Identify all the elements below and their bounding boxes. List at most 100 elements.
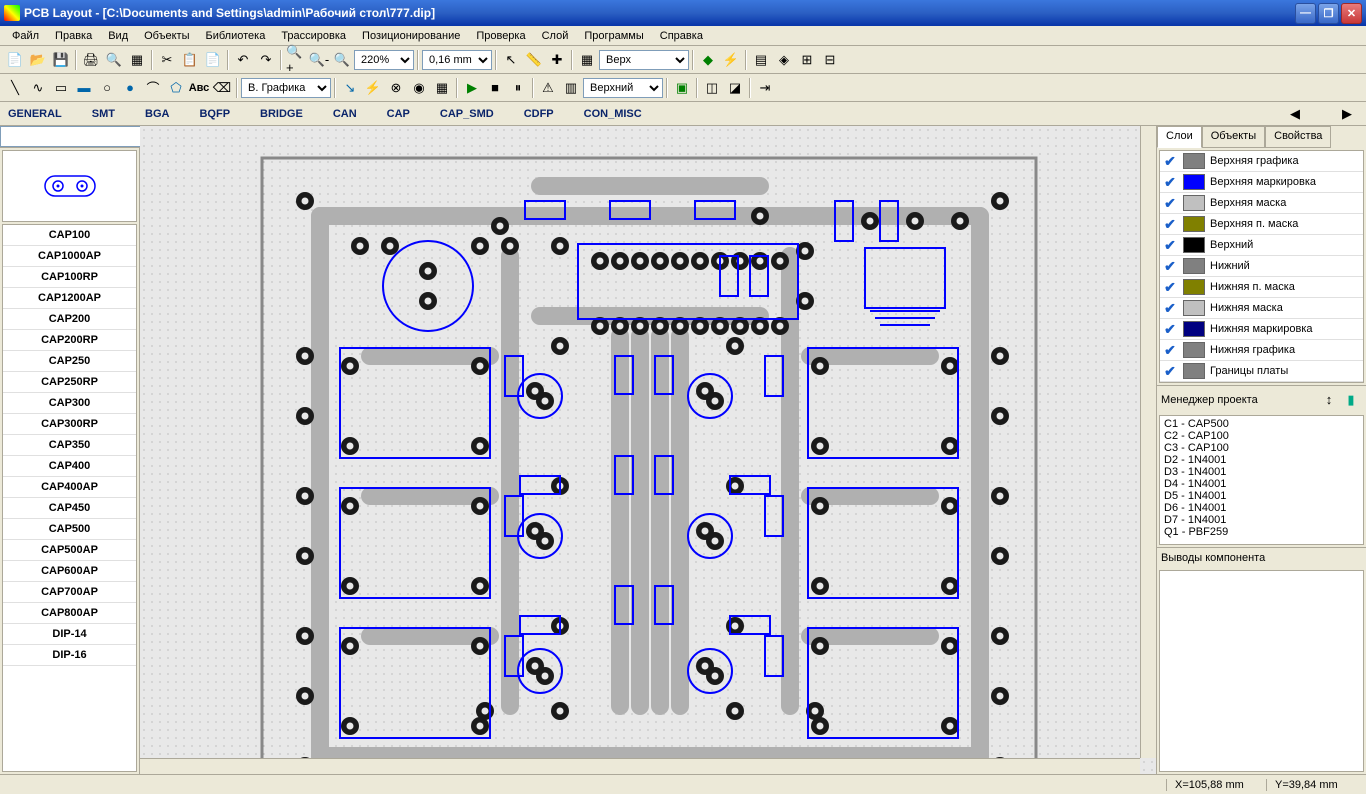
layer-row[interactable]: ✔Нижняя маска bbox=[1160, 298, 1363, 319]
text-icon[interactable]: Авс bbox=[188, 77, 210, 99]
list-item[interactable]: CAP300RP bbox=[3, 414, 136, 435]
layer2-combo[interactable]: Верхний bbox=[583, 78, 663, 98]
zoom-out-icon[interactable]: 🔍- bbox=[308, 49, 330, 71]
grid-icon[interactable]: ▦ bbox=[576, 49, 598, 71]
drc-icon[interactable]: ◆ bbox=[697, 49, 719, 71]
ellipse-fill-icon[interactable]: ● bbox=[119, 77, 141, 99]
drc2-icon[interactable]: ⚠ bbox=[537, 77, 559, 99]
libtab-bridge[interactable]: BRIDGE bbox=[260, 108, 303, 120]
layer-combo[interactable]: Верх bbox=[599, 50, 689, 70]
canvas-vscroll[interactable] bbox=[1140, 126, 1156, 758]
libtab-capsmd[interactable]: CAP_SMD bbox=[440, 108, 494, 120]
libtab-cdfp[interactable]: CDFP bbox=[524, 108, 554, 120]
layer-color-swatch[interactable] bbox=[1183, 237, 1205, 253]
list-item[interactable]: CAP1000AP bbox=[3, 246, 136, 267]
print-icon[interactable]: 🖨 bbox=[80, 49, 102, 71]
layer-color-swatch[interactable] bbox=[1183, 363, 1205, 379]
menu-check[interactable]: Проверка bbox=[468, 28, 533, 44]
minimize-button[interactable]: — bbox=[1295, 3, 1316, 24]
width-combo[interactable]: 0,16 mm bbox=[422, 50, 492, 70]
layer-check-icon[interactable]: ✔ bbox=[1160, 257, 1180, 275]
list-item[interactable]: CAP350 bbox=[3, 435, 136, 456]
list-item[interactable]: CAP250RP bbox=[3, 372, 136, 393]
menu-layer[interactable]: Слой bbox=[534, 28, 577, 44]
layer-row[interactable]: ✔Границы платы bbox=[1160, 361, 1363, 382]
panel-icon[interactable]: ▥ bbox=[560, 77, 582, 99]
list-item[interactable]: CAP800AP bbox=[3, 603, 136, 624]
layer-check-icon[interactable]: ✔ bbox=[1160, 320, 1180, 338]
libtab-bqfp[interactable]: BQFP bbox=[199, 108, 230, 120]
layer-row[interactable]: ✔Нижняя п. маска bbox=[1160, 277, 1363, 298]
canvas-hscroll[interactable] bbox=[140, 758, 1140, 774]
project-item[interactable]: D5 - 1N4001 bbox=[1162, 490, 1361, 502]
list-item[interactable]: DIP-16 bbox=[3, 645, 136, 666]
menu-programs[interactable]: Программы bbox=[576, 28, 651, 44]
layer-color-swatch[interactable] bbox=[1183, 258, 1205, 274]
preview-icon[interactable]: 🔍 bbox=[103, 49, 125, 71]
zoom-fit-icon[interactable]: 🔍 bbox=[331, 49, 353, 71]
project-item[interactable]: D7 - 1N4001 bbox=[1162, 514, 1361, 526]
layer-check-icon[interactable]: ✔ bbox=[1160, 215, 1180, 233]
pcb-layout[interactable] bbox=[260, 156, 1038, 774]
layer-check-icon[interactable]: ✔ bbox=[1160, 341, 1180, 359]
tab-objects[interactable]: Объекты bbox=[1202, 126, 1265, 148]
proj-sort-icon[interactable]: ↕ bbox=[1318, 389, 1340, 411]
layer-check-icon[interactable]: ✔ bbox=[1160, 152, 1180, 170]
play-icon[interactable]: ▶ bbox=[461, 77, 483, 99]
titles-icon[interactable]: ▦ bbox=[126, 49, 148, 71]
project-item[interactable]: D4 - 1N4001 bbox=[1162, 478, 1361, 490]
layer-row[interactable]: ✔Верхняя п. маска bbox=[1160, 214, 1363, 235]
list-item[interactable]: DIP-14 bbox=[3, 624, 136, 645]
menu-view[interactable]: Вид bbox=[100, 28, 136, 44]
tab-prev-icon[interactable]: ◀ bbox=[1284, 103, 1306, 125]
layer-row[interactable]: ✔Нижний bbox=[1160, 256, 1363, 277]
list-item[interactable]: CAP300 bbox=[3, 393, 136, 414]
origin-icon[interactable]: ✚ bbox=[546, 49, 568, 71]
layer-mgr-icon[interactable]: ▤ bbox=[750, 49, 772, 71]
menu-objects[interactable]: Объекты bbox=[136, 28, 197, 44]
ratsnest-icon[interactable]: ⊞ bbox=[796, 49, 818, 71]
layer-row[interactable]: ✔Верхняя графика bbox=[1160, 151, 1363, 172]
layer-color-swatch[interactable] bbox=[1183, 195, 1205, 211]
delete-icon[interactable]: ⌫ bbox=[211, 77, 233, 99]
zoom-combo[interactable]: 220% bbox=[354, 50, 414, 70]
project-item[interactable]: D6 - 1N4001 bbox=[1162, 502, 1361, 514]
libtab-general[interactable]: GENERAL bbox=[8, 108, 62, 120]
project-item[interactable]: D2 - 1N4001 bbox=[1162, 454, 1361, 466]
layer-check-icon[interactable]: ✔ bbox=[1160, 362, 1180, 380]
via-icon[interactable]: ⊗ bbox=[385, 77, 407, 99]
libtab-smt[interactable]: SMT bbox=[92, 108, 115, 120]
tab-properties[interactable]: Свойства bbox=[1265, 126, 1331, 148]
cut-icon[interactable]: ✂ bbox=[156, 49, 178, 71]
layer-check-icon[interactable]: ✔ bbox=[1160, 173, 1180, 191]
menu-edit[interactable]: Правка bbox=[47, 28, 100, 44]
list-item[interactable]: CAP700AP bbox=[3, 582, 136, 603]
pointer-icon[interactable]: ↖ bbox=[500, 49, 522, 71]
rect-icon[interactable]: ▭ bbox=[50, 77, 72, 99]
rect-fill-icon[interactable]: ▬ bbox=[73, 77, 95, 99]
pins-list[interactable] bbox=[1159, 570, 1364, 772]
layer-check-icon[interactable]: ✔ bbox=[1160, 278, 1180, 296]
layer-check-icon[interactable]: ✔ bbox=[1160, 236, 1180, 254]
component-list[interactable]: CAP100 CAP1000AP CAP100RP CAP1200AP CAP2… bbox=[2, 224, 137, 772]
redo-icon[interactable]: ↷ bbox=[255, 49, 277, 71]
measure-icon[interactable]: 📏 bbox=[523, 49, 545, 71]
list-item[interactable]: CAP400 bbox=[3, 456, 136, 477]
new-icon[interactable]: 📄 bbox=[4, 49, 26, 71]
libtab-can[interactable]: CAN bbox=[333, 108, 357, 120]
list-item[interactable]: CAP500AP bbox=[3, 540, 136, 561]
open-icon[interactable]: 📂 bbox=[27, 49, 49, 71]
layer-color-swatch[interactable] bbox=[1183, 279, 1205, 295]
list-item[interactable]: CAP200 bbox=[3, 309, 136, 330]
pcb-canvas[interactable] bbox=[140, 126, 1156, 774]
layer-row[interactable]: ✔Верхняя маркировка bbox=[1160, 172, 1363, 193]
mode-combo[interactable]: В. Графика bbox=[241, 78, 331, 98]
arc-icon[interactable]: ⌒ bbox=[142, 77, 164, 99]
menu-route[interactable]: Трассировка bbox=[273, 28, 354, 44]
ellipse-icon[interactable]: ○ bbox=[96, 77, 118, 99]
route-icon[interactable]: ↘ bbox=[339, 77, 361, 99]
list-item[interactable]: CAP100 bbox=[3, 225, 136, 246]
zoom-in-icon[interactable]: 🔍+ bbox=[285, 49, 307, 71]
libtab-cap[interactable]: CAP bbox=[387, 108, 410, 120]
libtab-conmisc[interactable]: CON_MISC bbox=[584, 108, 642, 120]
